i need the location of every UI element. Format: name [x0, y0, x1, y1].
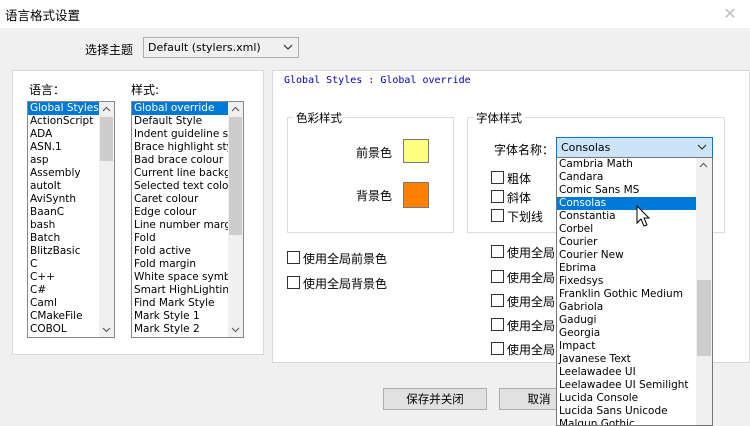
font-list-item[interactable]: Consolas: [557, 197, 712, 210]
style-list-item[interactable]: Caret colour: [132, 193, 243, 206]
mouse-cursor-icon: [636, 205, 651, 227]
use-global-underline-checkbox[interactable]: [491, 342, 504, 355]
colour-style-group: [287, 117, 454, 233]
font-list-item[interactable]: Franklin Gothic Medium: [557, 288, 712, 301]
chevron-down-icon: [283, 44, 293, 50]
font-list-item[interactable]: Gabriola: [557, 301, 712, 314]
bold-checkbox[interactable]: [491, 171, 504, 184]
font-list-item[interactable]: Candara: [557, 171, 712, 184]
font-list-item[interactable]: Courier: [557, 236, 712, 249]
style-list-item[interactable]: Fold active: [132, 245, 243, 258]
style-list-item[interactable]: Bad brace colour: [132, 154, 243, 167]
language-list[interactable]: Global Styles ActionScript ADA ASN.1 asp Asse…: [27, 101, 115, 338]
font-list-item[interactable]: Comic Sans MS: [557, 184, 712, 197]
underline-checkbox[interactable]: [491, 209, 504, 222]
italic-label: 斜体: [507, 191, 532, 205]
title-bar: [0, 0, 750, 28]
style-list-item[interactable]: White space symbol: [132, 271, 243, 284]
language-scroll-thumb[interactable]: [100, 117, 113, 161]
style-list-item[interactable]: Fold: [132, 232, 243, 245]
font-list-item[interactable]: Impact: [557, 340, 712, 353]
use-global-fg-checkbox[interactable]: [287, 251, 300, 264]
theme-label: 选择主题: [85, 43, 134, 57]
bold-label: 粗体: [507, 172, 532, 186]
style-list-item[interactable]: Mark Style 2: [132, 323, 243, 336]
theme-select-value: Default (stylers.xml): [148, 41, 261, 54]
use-global-underline-label: 使用全局: [507, 343, 556, 357]
font-list-item[interactable]: Lucida Sans Unicode: [557, 405, 712, 418]
style-list-item[interactable]: Current line background colour: [132, 167, 243, 180]
use-global-size-label: 使用全局: [507, 271, 556, 285]
style-list-item[interactable]: Indent guideline style: [132, 128, 243, 141]
font-group-title: 字体样式: [473, 110, 525, 126]
style-list-item[interactable]: Selected text colour: [132, 180, 243, 193]
foreground-label: 前景色: [356, 146, 393, 160]
use-global-font-checkbox[interactable]: [491, 245, 504, 258]
use-global-fg-label: 使用全局前景色: [303, 252, 388, 266]
use-global-italic-checkbox[interactable]: [491, 318, 504, 331]
font-name-value: Consolas: [561, 141, 611, 154]
use-global-bold-checkbox[interactable]: [491, 294, 504, 307]
font-scroll-thumb[interactable]: [697, 280, 711, 356]
style-scroll-thumb[interactable]: [229, 117, 242, 235]
font-name-select[interactable]: Consolas: [556, 137, 713, 158]
style-list-item[interactable]: Edge colour: [132, 206, 243, 219]
use-global-bg-label: 使用全局背景色: [303, 277, 388, 291]
font-dropdown-list[interactable]: Cambria Math Candara Comic Sans MS Consolas…: [556, 157, 713, 426]
style-list-item[interactable]: Smart HighLighting: [132, 284, 243, 297]
background-label: 背景色: [356, 189, 393, 203]
use-global-font-label: 使用全局: [507, 246, 556, 260]
scroll-down-icon[interactable]: [228, 322, 243, 337]
font-list-item[interactable]: Courier New: [557, 249, 712, 262]
scroll-down-icon[interactable]: [99, 322, 114, 337]
window-title: 语言格式设置: [5, 8, 81, 23]
background-color-swatch[interactable]: [403, 182, 429, 208]
save-close-button[interactable]: 保存并关闭: [383, 388, 487, 410]
languages-label: 语言：: [29, 83, 66, 97]
close-icon[interactable]: ✕: [718, 4, 742, 24]
scroll-up-icon[interactable]: [696, 158, 711, 173]
font-name-label: 字体名称：: [494, 143, 555, 157]
use-global-italic-label: 使用全局: [507, 319, 556, 333]
colour-group-title: 色彩样式: [293, 110, 345, 126]
use-global-bold-label: 使用全局: [507, 295, 556, 309]
font-list-item[interactable]: Gadugi: [557, 314, 712, 327]
scroll-up-icon[interactable]: [228, 102, 243, 117]
font-list-item[interactable]: Fixedsys: [557, 275, 712, 288]
italic-checkbox[interactable]: [491, 190, 504, 203]
scroll-up-icon[interactable]: [99, 102, 114, 117]
style-items: Global override Default Style Indent guide…: [132, 102, 243, 336]
panel-header: Global Styles : Global override: [284, 75, 471, 86]
font-list-item[interactable]: Javanese Text: [557, 353, 712, 366]
style-list-item[interactable]: Find Mark Style: [132, 297, 243, 310]
use-global-size-checkbox[interactable]: [491, 270, 504, 283]
font-list-item[interactable]: Cambria Math: [557, 158, 712, 171]
use-global-bg-checkbox[interactable]: [287, 276, 300, 289]
font-list-item[interactable]: Leelawadee UI Semilight: [557, 379, 712, 392]
style-list-item[interactable]: Fold margin: [132, 258, 243, 271]
font-list-item[interactable]: Lucida Console: [557, 392, 712, 405]
chevron-down-icon: [697, 144, 707, 150]
style-list-item[interactable]: Brace highlight style: [132, 141, 243, 154]
style-list-item[interactable]: Default Style: [132, 115, 243, 128]
font-list-item[interactable]: Malgun Gothic: [557, 418, 712, 425]
styles-label: 样式:: [131, 83, 160, 97]
style-list-item[interactable]: Global override: [132, 102, 243, 115]
style-scrollbar[interactable]: [228, 102, 243, 337]
font-list-item[interactable]: Leelawadee UI: [557, 366, 712, 379]
style-list-item[interactable]: Mark Style 1: [132, 310, 243, 323]
foreground-color-swatch[interactable]: [403, 139, 429, 163]
font-list-item[interactable]: Constantia: [557, 210, 712, 223]
font-list-item[interactable]: Ebrima: [557, 262, 712, 275]
language-scrollbar[interactable]: [99, 102, 114, 337]
font-scrollbar[interactable]: [696, 158, 712, 425]
font-items: Cambria Math Candara Comic Sans MS Consolas…: [557, 158, 712, 425]
theme-select[interactable]: Default (stylers.xml): [143, 37, 299, 58]
style-list[interactable]: Global override Default Style Indent guide…: [131, 101, 244, 338]
underline-label: 下划线: [507, 210, 544, 224]
font-list-item[interactable]: Corbel: [557, 223, 712, 236]
font-list-item[interactable]: Georgia: [557, 327, 712, 340]
style-list-item[interactable]: Line number margin: [132, 219, 243, 232]
